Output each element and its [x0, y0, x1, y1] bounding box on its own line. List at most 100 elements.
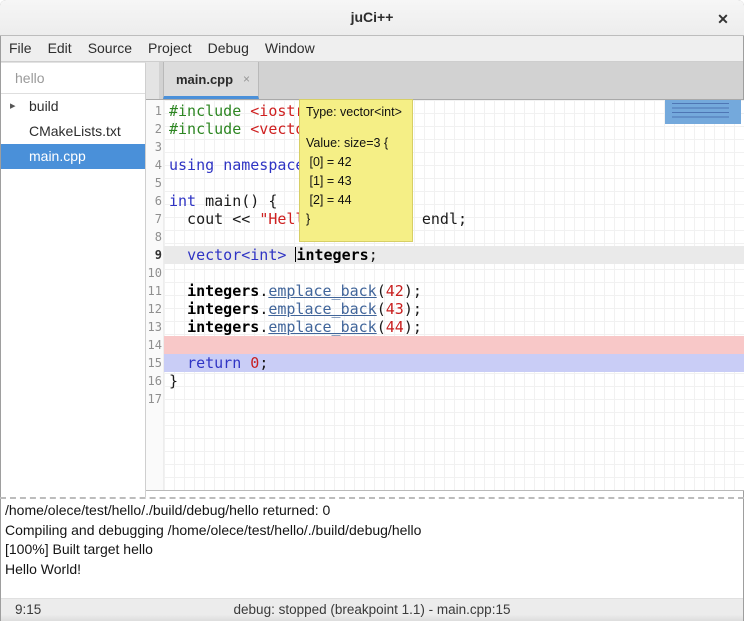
line-number[interactable]: 1 — [146, 102, 164, 120]
token-plain — [169, 318, 187, 336]
token-plain — [286, 246, 295, 264]
code-line-text: } — [164, 372, 744, 390]
token-plain — [169, 354, 187, 372]
tooltip-value-line: [0] = 42 — [306, 153, 406, 172]
code-line-text — [164, 336, 744, 354]
code-line[interactable]: 4using namespace std; — [146, 156, 744, 174]
menu-window[interactable]: Window — [257, 36, 323, 61]
code-line[interactable]: 14 — [146, 336, 744, 354]
line-number[interactable]: 8 — [146, 228, 164, 246]
code-line[interactable]: 1#include <iostream> — [146, 102, 744, 120]
line-number[interactable]: 6 — [146, 192, 164, 210]
code-line[interactable]: 11 integers.emplace_back(42); — [146, 282, 744, 300]
code-editor[interactable]: 1#include <iostream>2#include <vector>34… — [146, 100, 744, 491]
token-keyword: return — [187, 354, 241, 372]
token-plain: main() { — [196, 192, 277, 210]
tabbar-edge — [146, 62, 159, 99]
code-line[interactable]: 6int main() { — [146, 192, 744, 210]
code-line[interactable]: 13 integers.emplace_back(44); — [146, 318, 744, 336]
tab-close-icon[interactable]: × — [243, 72, 250, 86]
tree-item-cmakelists-txt[interactable]: CMakeLists.txt — [1, 119, 145, 144]
code-line[interactable]: 10 — [146, 264, 744, 282]
code-line-text: int main() { — [164, 192, 744, 210]
tab-main-cpp[interactable]: main.cpp× — [163, 62, 259, 99]
token-preproc: #include — [169, 102, 241, 120]
token-keyword: vector<int> — [187, 246, 286, 264]
menu-edit[interactable]: Edit — [40, 36, 80, 61]
title-bar[interactable]: juCi++ ✕ — [0, 0, 744, 36]
code-lines: 1#include <iostream>2#include <vector>34… — [146, 102, 744, 408]
line-number[interactable]: 11 — [146, 282, 164, 300]
token-plain: } — [169, 372, 178, 390]
close-window-icon[interactable]: ✕ — [712, 8, 734, 30]
code-line-text: return 0; — [164, 354, 744, 372]
tab-bar: main.cpp× — [146, 62, 743, 100]
debug-status-label: debug: stopped (breakpoint 1.1) - main.c… — [1, 602, 743, 617]
line-number[interactable]: 5 — [146, 174, 164, 192]
debug-value-tooltip: Type: vector<int> Value: size=3 { [0] = … — [299, 99, 413, 242]
code-line[interactable]: 7 cout << "Hello World!" << endl; — [146, 210, 744, 228]
file-tree-panel[interactable]: hello ▸buildCMakeLists.txtmain.cpp — [1, 62, 146, 497]
code-line-text — [164, 390, 744, 408]
token-plain: ; — [259, 354, 268, 372]
output-line: [100%] Built target hello — [5, 540, 739, 560]
line-number[interactable]: 17 — [146, 390, 164, 408]
line-number[interactable]: 4 — [146, 156, 164, 174]
tooltip-gap — [306, 121, 406, 134]
line-number[interactable]: 14 — [146, 336, 164, 354]
menu-file[interactable]: File — [1, 36, 40, 61]
token-number: 0 — [250, 354, 259, 372]
code-line[interactable]: 16} — [146, 372, 744, 390]
window-title: juCi++ — [0, 9, 744, 25]
tree-item-build[interactable]: ▸build — [1, 94, 145, 119]
line-number[interactable]: 3 — [146, 138, 164, 156]
line-number[interactable]: 7 — [146, 210, 164, 228]
token-plain: ); — [404, 300, 422, 318]
menu-bar: FileEditSourceProjectDebugWindow — [1, 36, 743, 62]
token-keyword: using — [169, 156, 214, 174]
code-line-text: using namespace std; — [164, 156, 744, 174]
tree-item-label: CMakeLists.txt — [29, 119, 121, 144]
output-line: Hello World! — [5, 560, 739, 580]
menu-project[interactable]: Project — [140, 36, 200, 61]
token-number: 44 — [386, 318, 404, 336]
line-number[interactable]: 15 — [146, 354, 164, 372]
expander-icon[interactable]: ▸ — [10, 94, 16, 119]
code-line[interactable]: 5 — [146, 174, 744, 192]
code-line[interactable]: 17 — [146, 390, 744, 408]
token-member: emplace_back — [268, 318, 376, 336]
build-output-panel[interactable]: /home/olece/test/hello/./build/debug/hel… — [1, 499, 743, 598]
token-number: 42 — [386, 282, 404, 300]
token-plain: ; — [369, 246, 378, 264]
token-plain — [241, 102, 250, 120]
code-line[interactable]: 12 integers.emplace_back(43); — [146, 300, 744, 318]
token-keyword: namespace — [223, 156, 304, 174]
output-line: Compiling and debugging /home/olece/test… — [5, 521, 739, 541]
line-number[interactable]: 16 — [146, 372, 164, 390]
line-number[interactable]: 10 — [146, 264, 164, 282]
overview-thumbnail-lines — [672, 103, 729, 121]
token-plain — [169, 246, 187, 264]
tree-item-main-cpp[interactable]: main.cpp — [1, 144, 145, 169]
line-number[interactable]: 13 — [146, 318, 164, 336]
menu-debug[interactable]: Debug — [200, 36, 257, 61]
token-plain: . — [259, 300, 268, 318]
code-line-text: vector<int> integers; — [164, 246, 744, 264]
code-line[interactable]: 9 vector<int> integers; — [146, 246, 744, 264]
token-plain: . — [259, 282, 268, 300]
code-line-text — [164, 174, 744, 192]
code-line[interactable]: 2#include <vector> — [146, 120, 744, 138]
code-line[interactable]: 8 — [146, 228, 744, 246]
token-plain — [169, 300, 187, 318]
line-number[interactable]: 9 — [146, 246, 164, 264]
token-plain: ( — [377, 318, 386, 336]
overview-thumbnail[interactable] — [665, 100, 741, 124]
tooltip-value-line: [1] = 43 — [306, 172, 406, 191]
menu-source[interactable]: Source — [80, 36, 140, 61]
code-line[interactable]: 15 return 0; — [146, 354, 744, 372]
line-number[interactable]: 12 — [146, 300, 164, 318]
line-number[interactable]: 2 — [146, 120, 164, 138]
code-line[interactable]: 3 — [146, 138, 744, 156]
code-line-text: integers.emplace_back(42); — [164, 282, 744, 300]
tooltip-value-line: [2] = 44 — [306, 191, 406, 210]
